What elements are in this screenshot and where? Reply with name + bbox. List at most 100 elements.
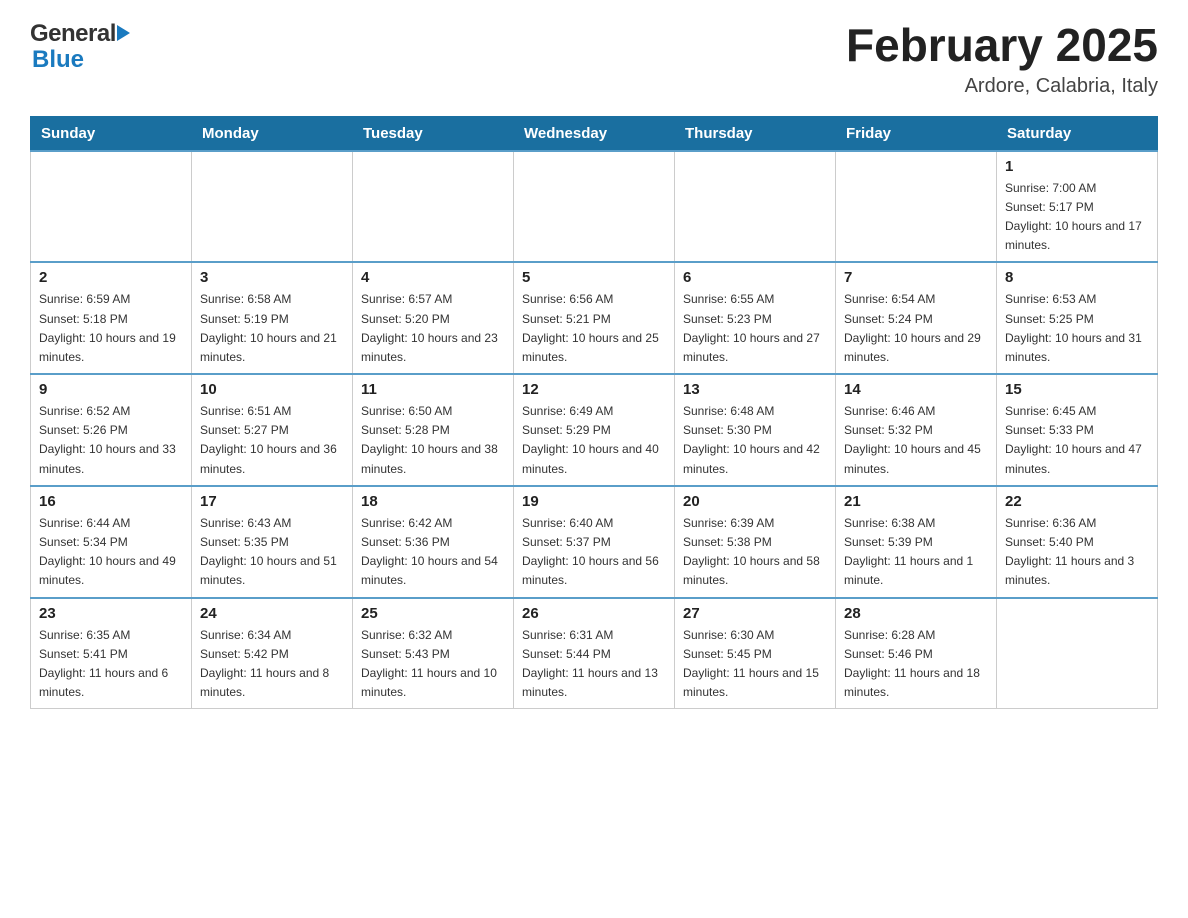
day-number: 19 — [522, 493, 666, 510]
day-number: 11 — [361, 381, 505, 398]
month-year-title: February 2025 — [846, 20, 1158, 71]
weekday-header-thursday: Thursday — [675, 116, 836, 151]
day-number: 18 — [361, 493, 505, 510]
calendar-cell: 21Sunrise: 6:38 AM Sunset: 5:39 PM Dayli… — [836, 486, 997, 598]
calendar-cell — [31, 151, 192, 263]
day-info: Sunrise: 6:50 AM Sunset: 5:28 PM Dayligh… — [361, 402, 505, 479]
calendar-cell: 8 Sunrise: 6:53 AM Sunset: 5:25 PM Daylig… — [997, 262, 1158, 374]
day-number: 8 — [1005, 269, 1149, 286]
day-info: Sunrise: 6:48 AM Sunset: 5:30 PM Dayligh… — [683, 402, 827, 479]
day-info: Sunrise: 6:39 AM Sunset: 5:38 PM Dayligh… — [683, 514, 827, 591]
calendar-cell: 16 Sunrise: 6:44 AM Sunset: 5:34 PM Dayli… — [31, 486, 192, 598]
day-number: 6 — [683, 269, 827, 286]
calendar-cell — [514, 151, 675, 263]
calendar-cell: 19 Sunrise: 6:40 AM Sunset: 5:37 PM Dayli… — [514, 486, 675, 598]
weekday-header-friday: Friday — [836, 116, 997, 151]
calendar-week-row: 9Sunrise: 6:52 AM Sunset: 5:26 PM Daylig… — [31, 374, 1158, 486]
day-number: 3 — [200, 269, 344, 286]
calendar-cell — [353, 151, 514, 263]
day-info: Sunrise: 6:34 AM Sunset: 5:42 PM Dayligh… — [200, 626, 344, 703]
weekday-header-tuesday: Tuesday — [353, 116, 514, 151]
day-number: 12 — [522, 381, 666, 398]
weekday-header-wednesday: Wednesday — [514, 116, 675, 151]
logo: General Blue — [30, 20, 130, 74]
calendar-cell: 7 Sunrise: 6:54 AM Sunset: 5:24 PM Daylig… — [836, 262, 997, 374]
calendar-cell: 4 Sunrise: 6:57 AM Sunset: 5:20 PM Daylig… — [353, 262, 514, 374]
calendar-cell: 2Sunrise: 6:59 AM Sunset: 5:18 PM Daylig… — [31, 262, 192, 374]
day-info: Sunrise: 7:00 AM Sunset: 5:17 PM Dayligh… — [1005, 179, 1149, 256]
calendar-cell: 14 Sunrise: 6:46 AM Sunset: 5:32 PM Dayli… — [836, 374, 997, 486]
calendar-cell — [192, 151, 353, 263]
calendar-table: SundayMondayTuesdayWednesdayThursdayFrid… — [30, 116, 1158, 710]
day-number: 17 — [200, 493, 344, 510]
calendar-cell: 27 Sunrise: 6:30 AM Sunset: 5:45 PM Dayli… — [675, 598, 836, 709]
calendar-week-row: 2Sunrise: 6:59 AM Sunset: 5:18 PM Daylig… — [31, 262, 1158, 374]
day-info: Sunrise: 6:54 AM Sunset: 5:24 PM Dayligh… — [844, 290, 988, 367]
day-number: 24 — [200, 605, 344, 622]
calendar-week-row: 23 Sunrise: 6:35 AM Sunset: 5:41 PM Dayli… — [31, 598, 1158, 709]
day-number: 10 — [200, 381, 344, 398]
day-info: Sunrise: 6:32 AM Sunset: 5:43 PM Dayligh… — [361, 626, 505, 703]
day-info: Sunrise: 6:35 AM Sunset: 5:41 PM Dayligh… — [39, 626, 183, 703]
day-number: 20 — [683, 493, 827, 510]
calendar-cell — [997, 598, 1158, 709]
calendar-cell: 15Sunrise: 6:45 AM Sunset: 5:33 PM Dayli… — [997, 374, 1158, 486]
day-number: 28 — [844, 605, 988, 622]
calendar-cell: 6Sunrise: 6:55 AM Sunset: 5:23 PM Daylig… — [675, 262, 836, 374]
weekday-header-monday: Monday — [192, 116, 353, 151]
day-number: 25 — [361, 605, 505, 622]
day-number: 27 — [683, 605, 827, 622]
calendar-cell — [675, 151, 836, 263]
calendar-cell: 12 Sunrise: 6:49 AM Sunset: 5:29 PM Dayli… — [514, 374, 675, 486]
day-number: 1 — [1005, 158, 1149, 175]
day-number: 23 — [39, 605, 183, 622]
calendar-cell: 22 Sunrise: 6:36 AM Sunset: 5:40 PM Dayli… — [997, 486, 1158, 598]
day-info: Sunrise: 6:58 AM Sunset: 5:19 PM Dayligh… — [200, 290, 344, 367]
day-info: Sunrise: 6:57 AM Sunset: 5:20 PM Dayligh… — [361, 290, 505, 367]
day-number: 26 — [522, 605, 666, 622]
calendar-cell: 18 Sunrise: 6:42 AM Sunset: 5:36 PM Dayli… — [353, 486, 514, 598]
day-info: Sunrise: 6:59 AM Sunset: 5:18 PM Dayligh… — [39, 290, 183, 367]
day-info: Sunrise: 6:40 AM Sunset: 5:37 PM Dayligh… — [522, 514, 666, 591]
day-number: 9 — [39, 381, 183, 398]
calendar-cell: 24 Sunrise: 6:34 AM Sunset: 5:42 PM Dayli… — [192, 598, 353, 709]
calendar-week-row: 16 Sunrise: 6:44 AM Sunset: 5:34 PM Dayli… — [31, 486, 1158, 598]
calendar-cell: 23 Sunrise: 6:35 AM Sunset: 5:41 PM Dayli… — [31, 598, 192, 709]
calendar-cell: 25 Sunrise: 6:32 AM Sunset: 5:43 PM Dayli… — [353, 598, 514, 709]
day-info: Sunrise: 6:36 AM Sunset: 5:40 PM Dayligh… — [1005, 514, 1149, 591]
day-info: Sunrise: 6:31 AM Sunset: 5:44 PM Dayligh… — [522, 626, 666, 703]
weekday-header-sunday: Sunday — [31, 116, 192, 151]
day-info: Sunrise: 6:53 AM Sunset: 5:25 PM Dayligh… — [1005, 290, 1149, 367]
calendar-week-row: 1 Sunrise: 7:00 AM Sunset: 5:17 PM Daylig… — [31, 151, 1158, 263]
day-info: Sunrise: 6:38 AM Sunset: 5:39 PM Dayligh… — [844, 514, 988, 591]
calendar-cell: 10 Sunrise: 6:51 AM Sunset: 5:27 PM Dayli… — [192, 374, 353, 486]
calendar-cell: 5Sunrise: 6:56 AM Sunset: 5:21 PM Daylig… — [514, 262, 675, 374]
location-subtitle: Ardore, Calabria, Italy — [846, 75, 1158, 98]
day-number: 4 — [361, 269, 505, 286]
calendar-cell: 13 Sunrise: 6:48 AM Sunset: 5:30 PM Dayli… — [675, 374, 836, 486]
day-number: 14 — [844, 381, 988, 398]
day-info: Sunrise: 6:49 AM Sunset: 5:29 PM Dayligh… — [522, 402, 666, 479]
day-info: Sunrise: 6:42 AM Sunset: 5:36 PM Dayligh… — [361, 514, 505, 591]
calendar-cell: 11 Sunrise: 6:50 AM Sunset: 5:28 PM Dayli… — [353, 374, 514, 486]
day-info: Sunrise: 6:45 AM Sunset: 5:33 PM Dayligh… — [1005, 402, 1149, 479]
weekday-header-row: SundayMondayTuesdayWednesdayThursdayFrid… — [31, 116, 1158, 151]
day-number: 22 — [1005, 493, 1149, 510]
day-number: 16 — [39, 493, 183, 510]
calendar-cell: 20 Sunrise: 6:39 AM Sunset: 5:38 PM Dayli… — [675, 486, 836, 598]
day-number: 13 — [683, 381, 827, 398]
day-info: Sunrise: 6:30 AM Sunset: 5:45 PM Dayligh… — [683, 626, 827, 703]
calendar-cell: 17 Sunrise: 6:43 AM Sunset: 5:35 PM Dayli… — [192, 486, 353, 598]
page-header: General Blue February 2025 Ardore, Calab… — [30, 20, 1158, 98]
day-info: Sunrise: 6:51 AM Sunset: 5:27 PM Dayligh… — [200, 402, 344, 479]
day-info: Sunrise: 6:46 AM Sunset: 5:32 PM Dayligh… — [844, 402, 988, 479]
calendar-cell: 3 Sunrise: 6:58 AM Sunset: 5:19 PM Daylig… — [192, 262, 353, 374]
calendar-cell: 28Sunrise: 6:28 AM Sunset: 5:46 PM Dayli… — [836, 598, 997, 709]
calendar-cell: 9Sunrise: 6:52 AM Sunset: 5:26 PM Daylig… — [31, 374, 192, 486]
logo-general-text: General — [30, 20, 116, 48]
day-info: Sunrise: 6:44 AM Sunset: 5:34 PM Dayligh… — [39, 514, 183, 591]
title-block: February 2025 Ardore, Calabria, Italy — [846, 20, 1158, 98]
day-info: Sunrise: 6:43 AM Sunset: 5:35 PM Dayligh… — [200, 514, 344, 591]
day-number: 5 — [522, 269, 666, 286]
day-number: 7 — [844, 269, 988, 286]
